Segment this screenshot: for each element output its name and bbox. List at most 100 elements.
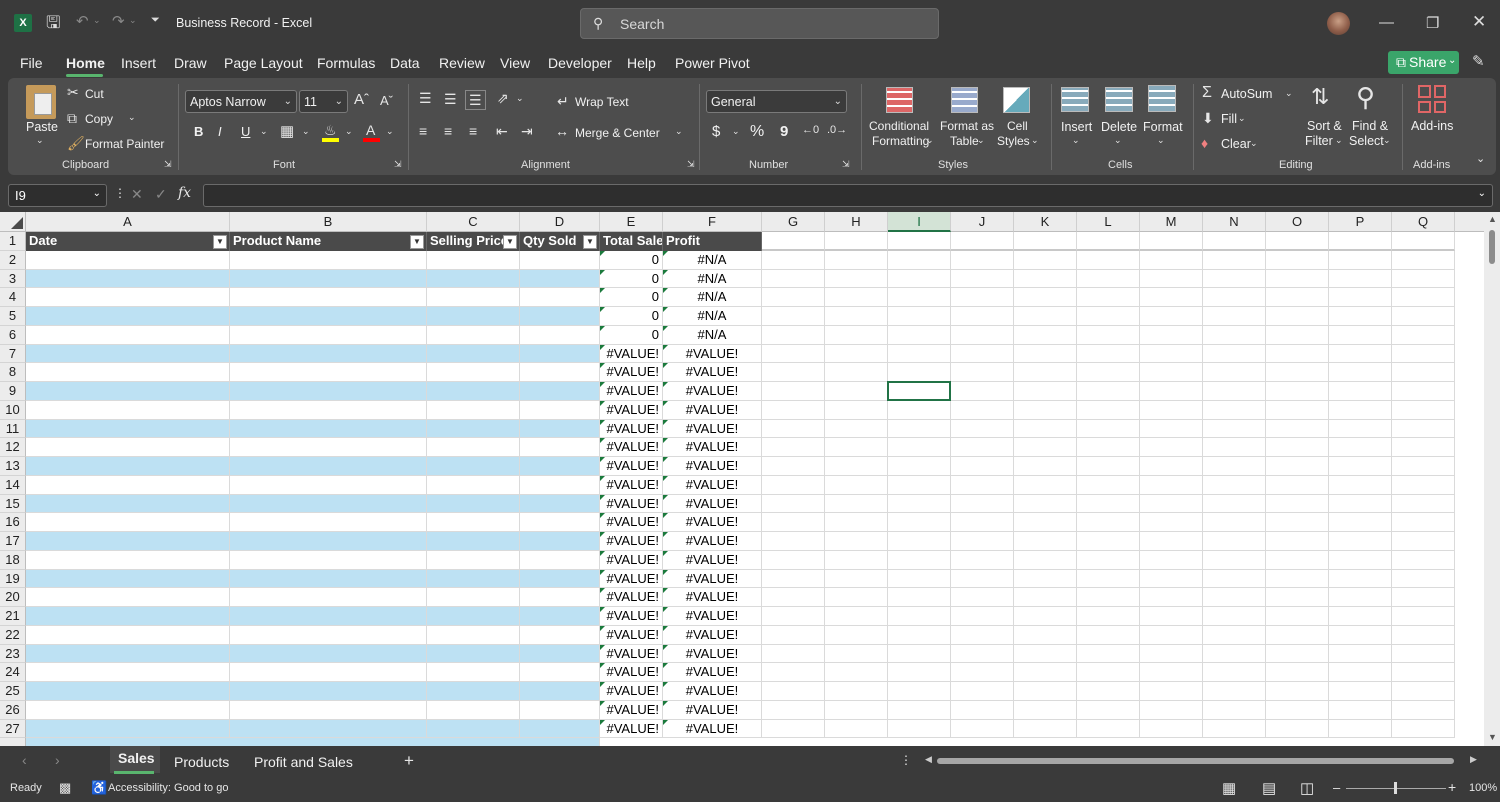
grid-cell[interactable] (1203, 438, 1266, 457)
column-header[interactable]: L (1077, 212, 1140, 232)
table-cell[interactable] (427, 550, 520, 570)
grid-cell[interactable] (825, 644, 888, 664)
table-cell[interactable] (427, 588, 520, 607)
zoom-level[interactable]: 100% (1469, 782, 1497, 794)
grid-cell[interactable] (1392, 569, 1455, 589)
table-cell[interactable] (427, 307, 520, 326)
tab-power-pivot[interactable]: Power Pivot (675, 55, 750, 71)
table-cell[interactable] (427, 569, 520, 589)
grid-cell[interactable] (1329, 419, 1392, 439)
profit-cell[interactable]: #VALUE! (663, 663, 762, 682)
grid-cell[interactable] (951, 250, 1014, 270)
grid-cell[interactable] (951, 682, 1014, 701)
grid-cell[interactable] (1203, 550, 1266, 570)
table-cell[interactable] (427, 625, 520, 645)
macro-record-icon[interactable]: ▩ (59, 780, 71, 796)
table-cell[interactable] (230, 475, 427, 495)
profit-cell[interactable]: #VALUE! (663, 532, 762, 551)
undo-dropdown-icon[interactable]: ⌄ (93, 16, 101, 25)
grid-cell[interactable] (1077, 438, 1140, 457)
merge-dropdown-icon[interactable]: ⌄ (675, 127, 683, 136)
grid-cell[interactable] (1140, 438, 1203, 457)
grid-cell[interactable] (1014, 419, 1077, 439)
table-cell[interactable] (26, 738, 600, 746)
grid-cell[interactable] (1014, 475, 1077, 495)
grid-cell[interactable] (1140, 250, 1203, 270)
total-sale-cell[interactable]: #VALUE! (600, 513, 663, 532)
grid-cell[interactable] (1077, 325, 1140, 345)
table-cell[interactable] (26, 382, 230, 401)
grid-cell[interactable] (825, 607, 888, 626)
grid-cell[interactable] (1329, 513, 1392, 532)
grid-cell[interactable] (762, 475, 825, 495)
grid-cell[interactable] (951, 494, 1014, 514)
grid-cell[interactable] (888, 475, 951, 495)
grid-cell[interactable] (1266, 644, 1329, 664)
table-cell[interactable] (520, 663, 600, 682)
column-header[interactable]: E (600, 212, 663, 232)
profit-cell[interactable]: #VALUE! (663, 494, 762, 514)
grid-cell[interactable] (1140, 363, 1203, 382)
total-sale-cell[interactable]: #VALUE! (600, 438, 663, 457)
grid-cell[interactable] (1329, 682, 1392, 701)
cell-styles-button[interactable]: Cell (1007, 119, 1028, 133)
grid-cell[interactable] (762, 644, 825, 664)
tab-view[interactable]: View (500, 55, 530, 71)
row-header[interactable]: 24 (0, 663, 26, 682)
grid-cell[interactable] (1203, 457, 1266, 476)
customize-qat-icon[interactable]: ⏷ (151, 15, 160, 26)
grid-cell[interactable] (1203, 325, 1266, 345)
grid-cell[interactable] (951, 569, 1014, 589)
tab-file[interactable]: File (20, 55, 43, 71)
table-cell[interactable] (230, 588, 427, 607)
grid-cell[interactable] (1266, 250, 1329, 270)
grid-cell[interactable] (1140, 344, 1203, 364)
grid-cell[interactable] (888, 607, 951, 626)
grid-cell[interactable] (762, 663, 825, 682)
total-sale-cell[interactable]: #VALUE! (600, 400, 663, 420)
grid-cell[interactable] (1014, 325, 1077, 345)
grid-cell[interactable] (951, 532, 1014, 551)
row-header[interactable]: 5 (0, 307, 26, 326)
grid-cell[interactable] (825, 475, 888, 495)
add-ins-button[interactable]: Add-ins (1411, 119, 1453, 133)
clipboard-launcher-icon[interactable]: ⇲ (164, 160, 172, 169)
table-cell[interactable] (230, 250, 427, 270)
grid-cell[interactable] (1392, 700, 1455, 720)
grid-cell[interactable] (1077, 607, 1140, 626)
borders-dropdown-icon[interactable]: ⌄ (302, 127, 310, 136)
grid-cell[interactable] (1329, 288, 1392, 307)
total-sale-cell[interactable]: 0 (600, 307, 663, 326)
profit-cell[interactable]: #VALUE! (663, 344, 762, 364)
profit-cell[interactable]: #N/A (663, 250, 762, 270)
grid-cell[interactable] (1392, 607, 1455, 626)
table-cell[interactable] (26, 269, 230, 289)
grid-cell[interactable] (888, 344, 951, 364)
find-dropdown-icon[interactable]: ⌄ (1383, 136, 1391, 145)
font-size-select[interactable]: 11 ⌄ (299, 90, 348, 113)
table-header-cell[interactable]: Profit (663, 232, 762, 251)
grid-cell[interactable] (1203, 625, 1266, 645)
grid-cell[interactable] (888, 400, 951, 420)
grid-cell[interactable] (1203, 588, 1266, 607)
scroll-down-icon[interactable]: ▼ (1488, 732, 1497, 742)
grid-cell[interactable] (1392, 719, 1455, 739)
column-header[interactable]: J (951, 212, 1014, 232)
grid-cell[interactable] (1392, 363, 1455, 382)
grid-cell[interactable] (1077, 344, 1140, 364)
zoom-slider-thumb[interactable] (1394, 782, 1397, 794)
font-name-select[interactable]: Aptos Narrow ⌄ (185, 90, 297, 113)
grid-cell[interactable] (951, 700, 1014, 720)
table-cell[interactable] (26, 457, 230, 476)
grid-cell[interactable] (951, 513, 1014, 532)
total-sale-cell[interactable]: #VALUE! (600, 625, 663, 645)
table-cell[interactable] (427, 400, 520, 420)
grid-cell[interactable] (762, 344, 825, 364)
grid-cell[interactable] (1392, 250, 1455, 270)
grid-cell[interactable] (1014, 269, 1077, 289)
grid-cell[interactable] (1266, 550, 1329, 570)
grid-cell[interactable] (1077, 682, 1140, 701)
grid-cell[interactable] (1203, 363, 1266, 382)
page-break-view-icon[interactable]: ◫ (1300, 779, 1314, 797)
avatar[interactable] (1327, 12, 1350, 35)
